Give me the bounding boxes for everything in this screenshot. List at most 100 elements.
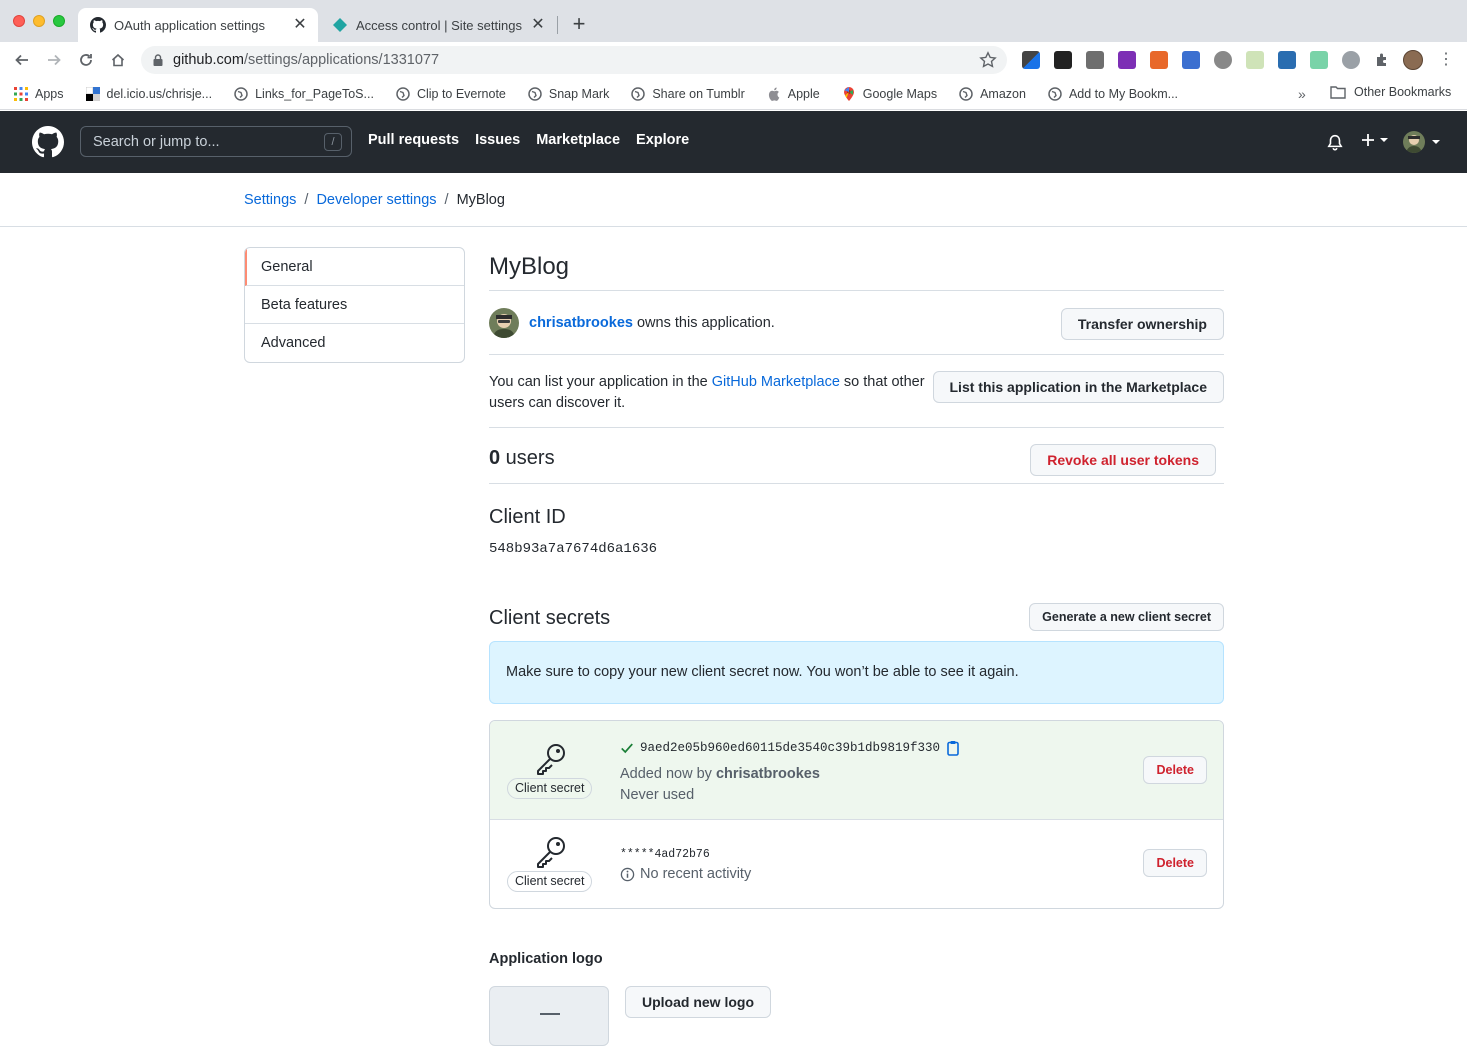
breadcrumb-developer-settings-link[interactable]: Developer settings bbox=[316, 192, 436, 208]
clipboard-copy-icon[interactable] bbox=[946, 740, 960, 756]
users-count: 0 users bbox=[489, 447, 555, 470]
url-path: /settings/applications/1331077 bbox=[243, 52, 440, 68]
github-marketplace-link[interactable]: GitHub Marketplace bbox=[712, 374, 840, 390]
close-tab-icon[interactable]: ✕ bbox=[292, 17, 308, 33]
globe-icon bbox=[234, 86, 248, 101]
bookmarks-overflow-chevron[interactable]: » bbox=[1298, 86, 1306, 102]
bookmark-amazon[interactable]: Amazon bbox=[959, 87, 1026, 101]
bookmark-snap-mark[interactable]: Snap Mark bbox=[528, 87, 609, 101]
puzzle-extensions-icon[interactable] bbox=[1374, 51, 1392, 69]
application-logo-heading: Application logo bbox=[489, 951, 603, 967]
transfer-ownership-button[interactable]: Transfer ownership bbox=[1060, 308, 1224, 340]
apple-icon bbox=[767, 87, 781, 101]
tab-oauth-settings[interactable]: OAuth application settings ✕ bbox=[78, 8, 318, 42]
search-placeholder: Search or jump to... bbox=[93, 133, 220, 150]
nav-issues[interactable]: Issues bbox=[475, 132, 520, 148]
application-logo-preview bbox=[489, 986, 609, 1046]
new-tab-button[interactable]: + bbox=[569, 13, 589, 35]
placeholder-dash bbox=[540, 1013, 560, 1015]
nav-marketplace[interactable]: Marketplace bbox=[536, 132, 620, 148]
secret-added-by: Added now by chrisatbrookes bbox=[620, 764, 820, 785]
breadcrumb-separator: / bbox=[444, 192, 449, 208]
client-secrets-list: Client secret 9aed2e05b960ed60115de3540c… bbox=[489, 720, 1224, 909]
nav-pull-requests[interactable]: Pull requests bbox=[368, 132, 459, 148]
key-icon bbox=[533, 834, 569, 870]
browser-menu-icon[interactable]: ⋮ bbox=[1438, 52, 1454, 68]
secret-usage: Never used bbox=[620, 787, 695, 803]
checkmark-extension-icon[interactable] bbox=[1054, 51, 1072, 69]
globe-icon bbox=[1048, 86, 1062, 101]
balloon-extension-icon[interactable] bbox=[1342, 51, 1360, 69]
generate-client-secret-button[interactable]: Generate a new client secret bbox=[1029, 603, 1224, 631]
notifications-bell-icon[interactable] bbox=[1326, 134, 1344, 152]
search-shortcut-badge: / bbox=[324, 133, 342, 151]
chevron-down-icon[interactable] bbox=[1432, 140, 1440, 144]
bookmark-clip-to-evernote[interactable]: Clip to Evernote bbox=[396, 87, 506, 101]
reload-icon[interactable] bbox=[76, 50, 96, 70]
breadcrumb: Settings / Developer settings / MyBlog bbox=[244, 192, 505, 208]
marketplace-text: You can list your application in the Git… bbox=[489, 372, 934, 414]
bookmark-share-on-tumblr[interactable]: Share on Tumblr bbox=[631, 86, 745, 101]
delete-secret-button[interactable]: Delete bbox=[1143, 849, 1207, 877]
zoom-window-button[interactable] bbox=[53, 15, 65, 27]
github-primary-nav: Pull requests Issues Marketplace Explore bbox=[368, 132, 689, 148]
globe-icon bbox=[959, 86, 973, 101]
users-label: users bbox=[500, 447, 555, 469]
d-extension-icon[interactable] bbox=[1310, 51, 1328, 69]
gear-extension-icon[interactable] bbox=[1214, 51, 1232, 69]
github-search-input[interactable]: Search or jump to... / bbox=[80, 126, 352, 157]
close-window-button[interactable] bbox=[13, 15, 25, 27]
rp-extension-icon[interactable] bbox=[1118, 51, 1136, 69]
list-in-marketplace-button[interactable]: List this application in the Marketplace bbox=[932, 371, 1224, 403]
page-title: MyBlog bbox=[489, 247, 1224, 291]
h-extension-icon[interactable] bbox=[1086, 51, 1104, 69]
owner-avatar[interactable] bbox=[489, 308, 519, 338]
browser-tab-bar: OAuth application settings ✕ Access cont… bbox=[0, 0, 1467, 42]
minimize-window-button[interactable] bbox=[33, 15, 45, 27]
pen-extension-icon[interactable] bbox=[1022, 51, 1040, 69]
maps-pin-icon bbox=[842, 86, 856, 101]
revoke-all-tokens-button[interactable]: Revoke all user tokens bbox=[1030, 444, 1216, 476]
close-tab-icon[interactable]: ✕ bbox=[530, 17, 546, 33]
create-new-plus-icon[interactable] bbox=[1360, 132, 1388, 148]
owner-link[interactable]: chrisatbrookes bbox=[529, 315, 633, 331]
secret-meta: Added now by chrisatbrookes Never used bbox=[620, 764, 820, 806]
nav-explore[interactable]: Explore bbox=[636, 132, 689, 148]
bookmark-label: Snap Mark bbox=[548, 86, 610, 101]
chevron-down-icon bbox=[1380, 138, 1388, 142]
bookmark-delicious[interactable]: del.icio.us/chrisje... bbox=[85, 86, 212, 101]
bookmark-star-icon[interactable] bbox=[979, 51, 997, 74]
delete-secret-button[interactable]: Delete bbox=[1143, 756, 1207, 784]
other-bookmarks-folder[interactable]: Other Bookmarks bbox=[1330, 85, 1451, 99]
bookmark-add-to-my-bookmarks[interactable]: Add to My Bookm... bbox=[1048, 87, 1178, 101]
client-secrets-heading: Client secrets bbox=[489, 607, 611, 629]
github-logo-icon[interactable] bbox=[32, 126, 64, 158]
document-extension-icon[interactable] bbox=[1182, 51, 1200, 69]
menu-item-advanced[interactable]: Advanced bbox=[245, 324, 464, 362]
apps-grid-icon bbox=[14, 86, 28, 101]
folder-icon bbox=[1330, 85, 1346, 99]
breadcrumb-settings-link[interactable]: Settings bbox=[244, 192, 296, 208]
menu-item-general[interactable]: General bbox=[245, 248, 464, 286]
bookmark-apps[interactable]: Apps bbox=[14, 86, 64, 101]
sheet-extension-icon[interactable] bbox=[1246, 51, 1264, 69]
forward-arrow-icon[interactable] bbox=[44, 50, 64, 70]
home-icon[interactable] bbox=[108, 50, 128, 70]
user-avatar[interactable] bbox=[1403, 131, 1425, 153]
users-row: 0 users Revoke all user tokens bbox=[489, 428, 1224, 484]
browser-profile-avatar[interactable] bbox=[1403, 50, 1423, 70]
upload-new-logo-button[interactable]: Upload new logo bbox=[625, 986, 771, 1018]
bookmark-apple[interactable]: Apple bbox=[767, 87, 820, 101]
menu-item-beta-features[interactable]: Beta features bbox=[245, 286, 464, 324]
bookmark-google-maps[interactable]: Google Maps bbox=[842, 86, 937, 101]
bookmark-links-for-page[interactable]: Links_for_PageToS... bbox=[234, 87, 374, 101]
back-arrow-icon[interactable] bbox=[12, 50, 32, 70]
xml-extension-icon[interactable] bbox=[1150, 51, 1168, 69]
check-icon bbox=[620, 741, 634, 755]
globe-icon bbox=[631, 86, 646, 101]
added-prefix: Added now by bbox=[620, 766, 716, 782]
lock-icon[interactable] bbox=[153, 54, 163, 66]
tab-access-control[interactable]: Access control | Site settings ✕ bbox=[320, 8, 556, 42]
css-extension-icon[interactable] bbox=[1278, 51, 1296, 69]
address-bar[interactable]: github.com/settings/applications/1331077 bbox=[141, 46, 1007, 74]
